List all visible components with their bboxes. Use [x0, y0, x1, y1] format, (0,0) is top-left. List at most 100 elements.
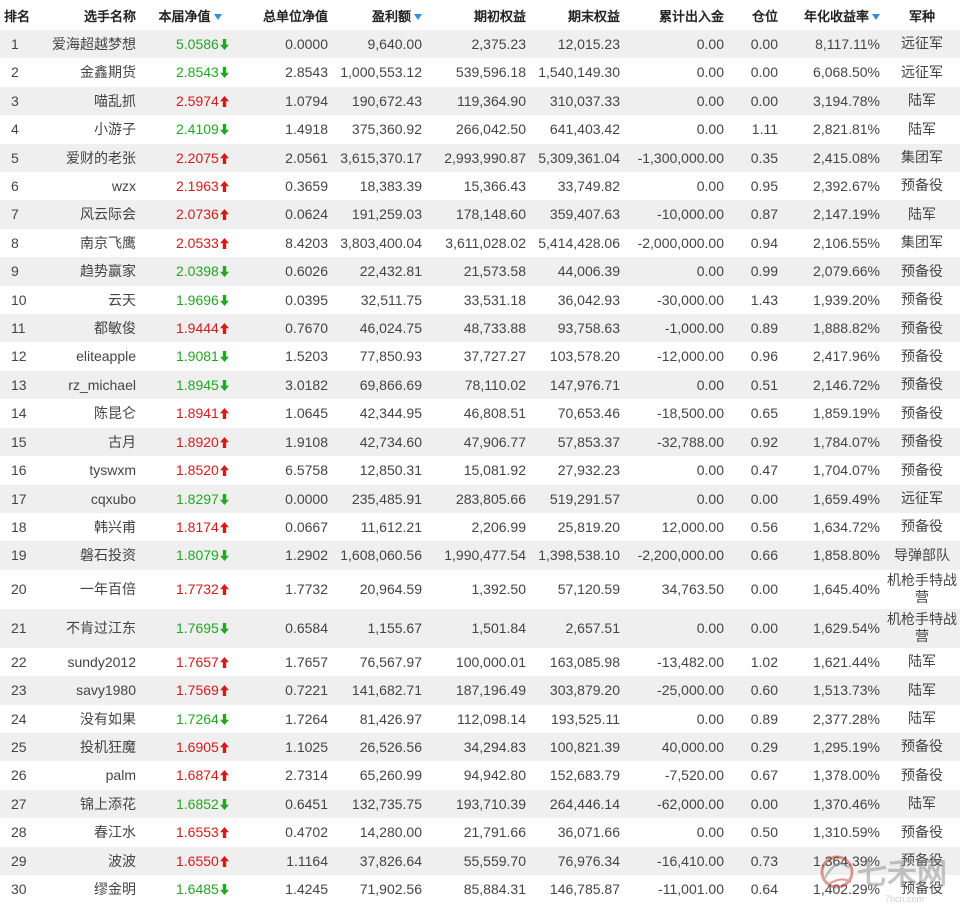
- cell-name[interactable]: sundy2012: [38, 648, 140, 676]
- column-header-annual-return[interactable]: 年化收益率: [782, 0, 884, 30]
- cell-name[interactable]: tyswxm: [38, 456, 140, 484]
- cell-name[interactable]: 云天: [38, 286, 140, 314]
- cell-profit: 46,024.75: [359, 320, 422, 337]
- cell-position: 0.60: [750, 682, 778, 699]
- cell-name[interactable]: 陈昆仑: [38, 399, 140, 427]
- cell-name[interactable]: 缪金明: [38, 875, 140, 903]
- nav-value: 2.0398: [176, 263, 219, 280]
- cell-name[interactable]: 风云际会: [38, 200, 140, 228]
- cell-name[interactable]: 不肯过江东: [38, 609, 140, 648]
- cell-end-equity: 359,407.63: [549, 206, 620, 223]
- cell-begin-equity: 178,148.60: [455, 206, 526, 223]
- cell-position: 0.00: [750, 620, 778, 637]
- cell-name[interactable]: cqxubo: [38, 485, 140, 513]
- cell-name[interactable]: 爱海超越梦想: [38, 30, 140, 58]
- cell-net-flow: -18,500.00: [657, 405, 724, 422]
- cell-nav: 1.7264: [140, 705, 240, 733]
- table-row: 27 锦上添花 1.6852 0.6451 132,735.75 193,710.39 26…: [0, 789, 960, 819]
- cell-name[interactable]: 南京飞鹰: [38, 229, 140, 257]
- cell-profit: 76,567.97: [359, 653, 422, 670]
- cell-name[interactable]: 投机狂魔: [38, 733, 140, 761]
- cell-name[interactable]: rz_michael: [38, 371, 140, 399]
- cell-name[interactable]: 小游子: [38, 115, 140, 143]
- cell-name[interactable]: 爱财的老张: [38, 144, 140, 172]
- arrow-up-icon: [219, 181, 229, 193]
- cell-rank: 3: [11, 92, 19, 109]
- cell-name[interactable]: 韩兴甫: [38, 513, 140, 541]
- column-header-label: 年化收益率: [803, 8, 869, 24]
- cell-nav: 2.5974: [140, 87, 240, 115]
- cell-name[interactable]: 都敏俊: [38, 314, 140, 342]
- cell-name[interactable]: 波波: [38, 847, 140, 875]
- cell-net-flow: 34,763.50: [661, 581, 724, 598]
- cell-unit-nav: 0.0000: [285, 490, 328, 507]
- cell-position: 0.00: [750, 36, 778, 52]
- table-row: 3 喵乱抓 2.5974 1.0794 190,672.43 119,364.90 310,…: [0, 86, 960, 116]
- cell-annual-return: 1,888.82%: [813, 320, 880, 337]
- cell-end-equity: 1,398,538.10: [538, 547, 620, 564]
- cell-name[interactable]: 趋势赢家: [38, 257, 140, 285]
- cell-annual-return: 1,939.20%: [813, 291, 880, 308]
- cell-name[interactable]: 喵乱抓: [38, 87, 140, 115]
- cell-branch: 集团军: [901, 234, 943, 251]
- cell-name[interactable]: wzx: [38, 172, 140, 200]
- cell-unit-nav: 1.9108: [285, 433, 328, 450]
- column-header-nav[interactable]: 本届净值: [140, 0, 240, 30]
- cell-branch: 远征军: [901, 489, 943, 506]
- cell-rank: 5: [11, 149, 19, 166]
- cell-rank: 16: [11, 462, 27, 479]
- cell-name[interactable]: 没有如果: [38, 705, 140, 733]
- cell-net-flow: 0.00: [696, 462, 724, 479]
- cell-nav: 1.7569: [140, 676, 240, 704]
- arrow-down-icon: [219, 713, 229, 725]
- cell-begin-equity: 34,294.83: [463, 738, 526, 755]
- cell-name[interactable]: 磐石投资: [38, 541, 140, 569]
- cell-unit-nav: 1.1164: [286, 852, 328, 869]
- column-header-label: 选手名称: [83, 8, 136, 24]
- cell-begin-equity: 78,110.02: [464, 376, 526, 393]
- cell-name[interactable]: 金鑫期货: [38, 58, 140, 86]
- nav-value: 1.9081: [176, 348, 219, 365]
- cell-annual-return: 2,415.08%: [813, 149, 880, 166]
- cell-name[interactable]: palm: [38, 761, 140, 789]
- cell-unit-nav: 1.7732: [285, 581, 328, 598]
- cell-name[interactable]: savy1980: [38, 676, 140, 704]
- cell-name[interactable]: eliteapple: [38, 342, 140, 370]
- cell-unit-nav: 0.6584: [285, 620, 328, 637]
- table-row: 20 一年百倍 1.7732 1.7732 20,964.59 1,392.50 57,12…: [0, 569, 960, 609]
- cell-name[interactable]: 锦上添花: [38, 790, 140, 818]
- cell-position: 0.56: [750, 518, 778, 535]
- cell-branch: 导弹部队: [894, 546, 950, 563]
- cell-branch: 陆军: [908, 92, 936, 109]
- ranking-table: 排名 选手名称 本届净值 总单位净值 盈利额 期初权益 期末权益 累计出入金 仓位 年化收益率 军种…: [0, 0, 960, 904]
- cell-begin-equity: 47,906.77: [463, 433, 526, 450]
- cell-unit-nav: 1.1025: [285, 738, 328, 755]
- cell-unit-nav: 1.5203: [285, 348, 328, 365]
- cell-name[interactable]: 一年百倍: [38, 570, 140, 609]
- cell-position: 1.02: [750, 653, 778, 670]
- cell-unit-nav: 1.0794: [285, 92, 328, 109]
- cell-position: 0.67: [750, 767, 778, 784]
- cell-profit: 26,526.56: [359, 738, 422, 755]
- cell-profit: 141,682.71: [351, 682, 422, 699]
- cell-begin-equity: 1,501.84: [471, 620, 527, 637]
- cell-rank: 29: [11, 852, 27, 869]
- header-row: 排名 选手名称 本届净值 总单位净值 盈利额 期初权益 期末权益 累计出入金 仓位 年化收益率 军种: [0, 0, 960, 30]
- column-header-profit[interactable]: 盈利额: [332, 0, 426, 30]
- sort-down-icon: [414, 13, 422, 20]
- cell-begin-equity: 85,884.31: [463, 880, 526, 897]
- cell-end-equity: 70,653.46: [557, 405, 620, 422]
- arrow-up-icon: [219, 855, 229, 867]
- cell-end-equity: 36,071.66: [557, 824, 620, 841]
- cell-name[interactable]: 春江水: [38, 818, 140, 846]
- cell-unit-nav: 2.8543: [285, 64, 328, 81]
- table-row: 21 不肯过江东 1.7695 0.6584 1,155.67 1,501.84 2,657…: [0, 608, 960, 648]
- arrow-down-icon: [219, 623, 229, 635]
- arrow-up-icon: [219, 741, 229, 753]
- cell-unit-nav: 0.6026: [285, 263, 328, 280]
- cell-name[interactable]: 古月: [38, 428, 140, 456]
- nav-value: 2.1963: [176, 178, 219, 195]
- cell-position: 0.51: [750, 376, 778, 393]
- cell-net-flow: -12,000.00: [657, 348, 724, 365]
- nav-value: 1.9696: [176, 291, 219, 308]
